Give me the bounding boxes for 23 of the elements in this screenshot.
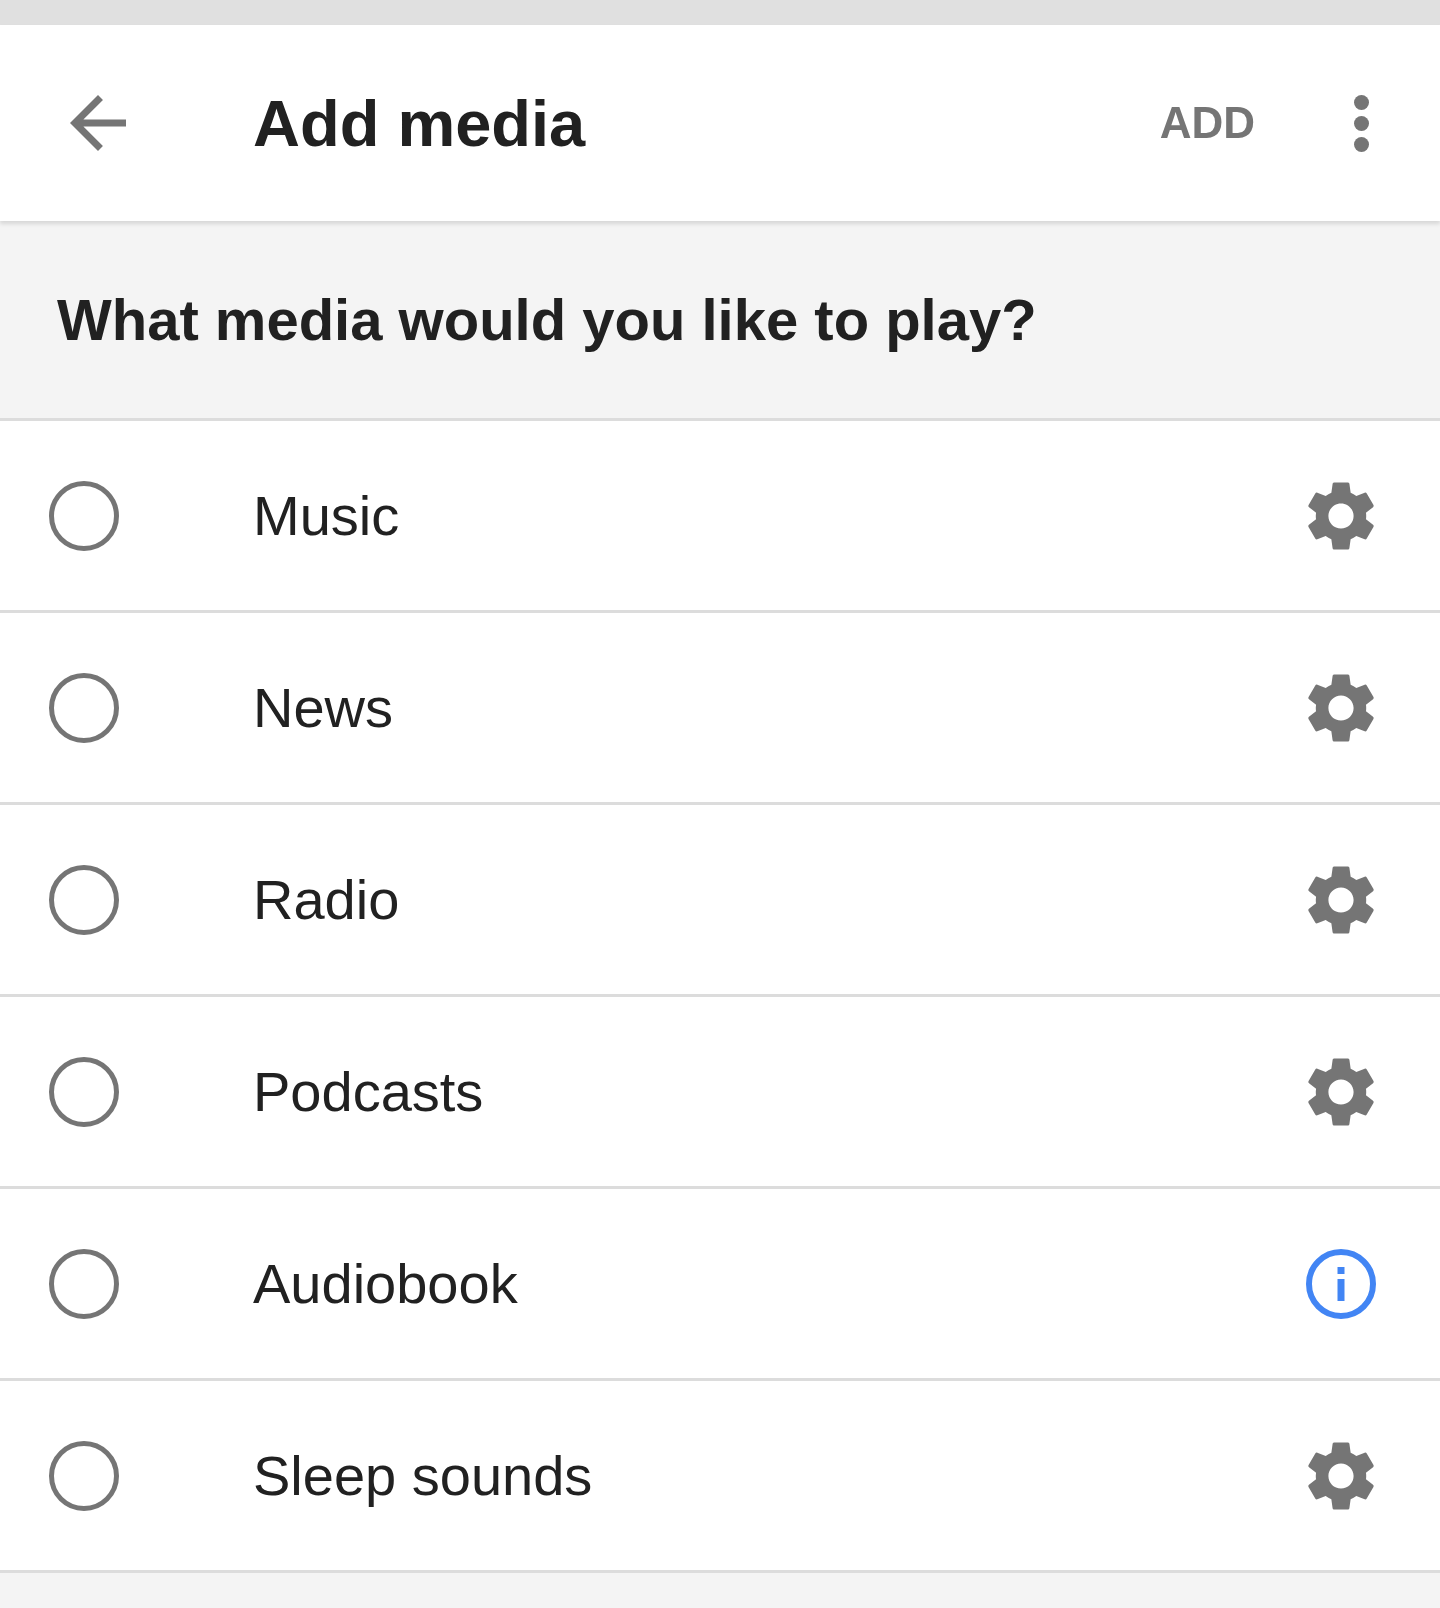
settings-icon[interactable] — [1306, 1056, 1376, 1127]
option-label: Podcasts — [253, 1059, 484, 1124]
settings-icon[interactable] — [1306, 672, 1376, 743]
media-option-row[interactable]: News — [0, 613, 1440, 805]
media-option-row[interactable]: Podcasts — [0, 997, 1440, 1189]
option-label: Radio — [253, 867, 400, 932]
add-button[interactable]: ADD — [1159, 98, 1255, 148]
screen-title: Add media — [253, 85, 586, 161]
media-option-row[interactable]: Radio — [0, 805, 1440, 997]
back-arrow-icon[interactable] — [70, 95, 126, 151]
media-option-row[interactable]: Sleep sounds — [0, 1381, 1440, 1573]
info-icon[interactable] — [1306, 1248, 1376, 1319]
option-label: News — [253, 675, 394, 740]
settings-icon[interactable] — [1306, 480, 1376, 551]
option-label: Music — [253, 483, 400, 548]
option-label: Audiobook — [253, 1251, 518, 1316]
settings-icon[interactable] — [1306, 864, 1376, 935]
media-option-row[interactable]: Music — [0, 421, 1440, 613]
media-option-row[interactable]: Audiobook — [0, 1189, 1440, 1381]
settings-icon[interactable] — [1306, 1440, 1376, 1511]
question-text: What media would you like to play? — [57, 286, 1037, 353]
option-label: Sleep sounds — [253, 1443, 593, 1508]
more-menu-icon[interactable] — [1354, 94, 1369, 152]
